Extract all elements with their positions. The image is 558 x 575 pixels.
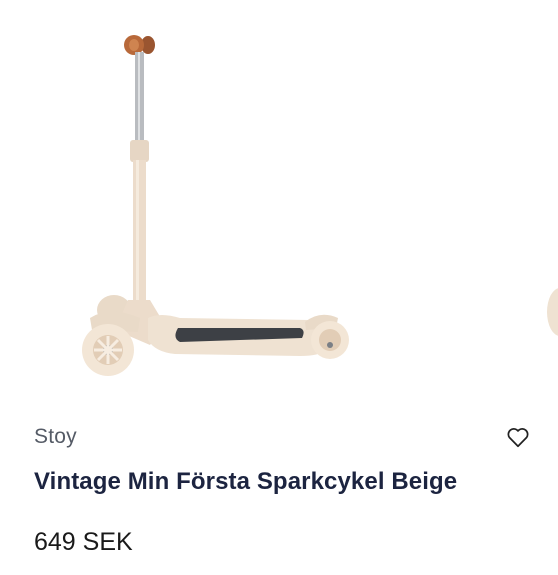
product-title[interactable]: Vintage Min Första Sparkcykel Beige	[34, 468, 457, 496]
next-product-peek[interactable]	[544, 0, 558, 410]
product-card[interactable]: Stoy Vintage Min Första Sparkcykel Beige…	[0, 0, 558, 575]
heart-outline-icon[interactable]	[505, 424, 531, 450]
scooter-image[interactable]	[0, 0, 558, 410]
product-image-area[interactable]	[0, 0, 558, 410]
product-brand[interactable]: Stoy	[34, 425, 77, 449]
product-price: 649 SEK	[34, 528, 133, 556]
